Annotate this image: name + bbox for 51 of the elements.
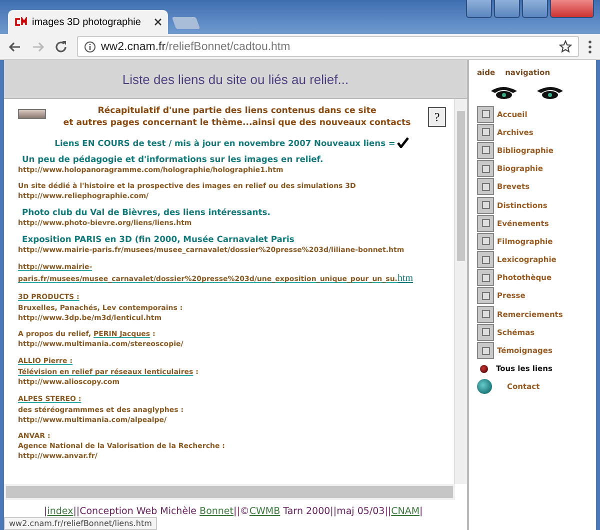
eyes-icon xyxy=(489,85,565,101)
section-title: Un peu de pédagogie et d'informations sur les images en relief. xyxy=(21,154,324,165)
link[interactable]: htm xyxy=(397,273,414,284)
browser-tab[interactable]: images 3D photographie xyxy=(8,10,168,34)
horizontal-scrollbar[interactable] xyxy=(4,484,455,500)
page-header: Liste des liens du site ou liés au relief... xyxy=(4,60,467,99)
square-icon[interactable] xyxy=(477,142,494,159)
globe-icon[interactable] xyxy=(477,379,492,394)
footer-text: ||© xyxy=(234,506,250,517)
footer-text: ||Conception Web Michèle xyxy=(73,506,198,517)
square-icon[interactable] xyxy=(477,196,494,214)
user-button[interactable] xyxy=(466,0,492,18)
square-icon[interactable] xyxy=(477,287,494,304)
address-field[interactable]: ww2.cnam.fr/reliefBonnet/cadtou.htm xyxy=(77,36,579,57)
square-icon[interactable] xyxy=(477,178,494,196)
square-icon[interactable] xyxy=(477,324,494,341)
footer-link[interactable]: CWMB xyxy=(249,506,280,517)
update-note: Liens EN COURS de test / mis à jour en novembre 2007 Nouveaux liens = xyxy=(54,138,396,148)
square-icon[interactable] xyxy=(477,269,494,286)
square-icon[interactable] xyxy=(477,160,494,178)
site-logo-icon xyxy=(14,17,28,27)
reload-icon[interactable] xyxy=(54,40,68,54)
info-icon xyxy=(84,40,96,52)
status-url: ww2.cnam.fr/reliefBonnet/liens.htm xyxy=(4,517,157,530)
footer-link[interactable]: CNAM xyxy=(391,506,420,517)
square-icon[interactable] xyxy=(477,124,494,141)
footer-link[interactable]: Bonnet xyxy=(200,506,234,517)
footer-text: Tarn 2000||maj 05/03|| xyxy=(282,506,392,517)
footer-link[interactable]: index xyxy=(47,506,74,517)
vertical-scrollbar[interactable] xyxy=(454,99,467,484)
footer-text: | xyxy=(420,506,423,517)
square-icon[interactable] xyxy=(477,214,494,232)
intro-text: Récapitulatif d'une partie des liens contenus dans ce site et autres pages concernant le thème...ainsi que des nouveaux contacts xyxy=(62,105,412,129)
square-icon[interactable] xyxy=(477,251,494,268)
star-icon[interactable] xyxy=(559,40,572,53)
section-title: Exposition PARIS en 3D (fin 2000, Musée Carnavalet Paris xyxy=(21,234,296,245)
section-title: Photo club du Val de Bièvres, des liens intéressants. xyxy=(21,207,272,218)
footer-text: | xyxy=(44,506,48,517)
back-button[interactable] xyxy=(18,109,46,119)
back-icon[interactable] xyxy=(8,40,22,54)
help-icon[interactable]: ? xyxy=(428,107,446,127)
square-icon[interactable] xyxy=(477,342,494,360)
close-icon[interactable] xyxy=(154,18,162,26)
close-button[interactable] xyxy=(550,0,594,18)
square-icon[interactable] xyxy=(477,306,494,323)
menu-icon[interactable] xyxy=(588,40,592,54)
maximize-button[interactable] xyxy=(522,0,548,18)
minimize-button[interactable] xyxy=(494,0,520,18)
checkmark-icon xyxy=(397,137,410,148)
square-icon[interactable] xyxy=(477,106,494,123)
square-icon[interactable] xyxy=(477,232,494,250)
